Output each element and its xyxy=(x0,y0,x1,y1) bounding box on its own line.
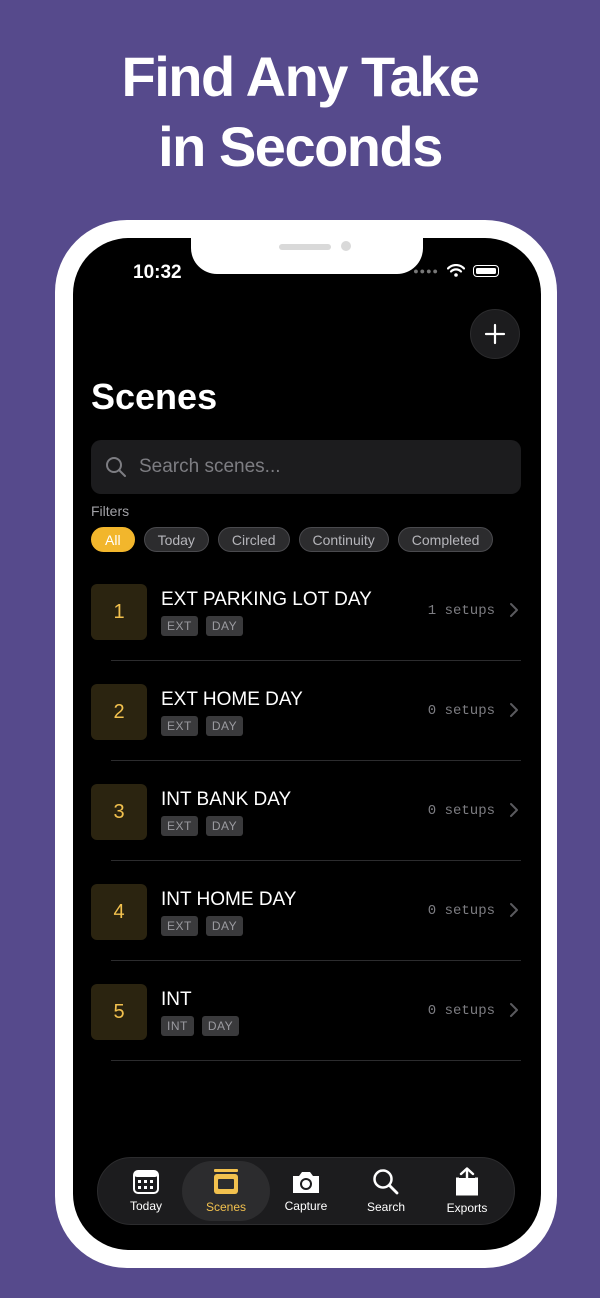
chevron-right-icon xyxy=(510,603,518,617)
scene-tag: EXT xyxy=(161,816,198,836)
chevron-right-icon xyxy=(510,1003,518,1017)
scene-number-badge: 5 xyxy=(91,984,147,1040)
tab-capture[interactable]: Capture xyxy=(266,1158,346,1224)
speaker-grille xyxy=(279,244,331,250)
tab-label: Scenes xyxy=(205,1200,247,1214)
scene-title: EXT HOME DAY xyxy=(161,689,303,710)
scene-title: INT BANK DAY xyxy=(161,789,292,810)
setups-count: 0 setups xyxy=(427,903,495,919)
setups-count: 0 setups xyxy=(427,703,495,719)
scene-row[interactable]: 2 EXT HOME DAY EXT DAY 0 setups xyxy=(73,661,541,761)
scene-tag: DAY xyxy=(205,716,244,736)
scene-number-badge: 3 xyxy=(91,784,147,840)
scene-tag: DAY xyxy=(201,1016,240,1036)
cellular-signal-icon: ●●●● xyxy=(413,265,439,276)
scene-tag: INT xyxy=(161,1016,194,1036)
front-camera xyxy=(341,241,351,251)
tab-bar: Today Scenes Capture Search Exports xyxy=(97,1157,515,1225)
scene-title: EXT PARKING LOT DAY xyxy=(161,589,372,610)
phone-screen: 10:32 ●●●● Scenes Filters All Today Circ… xyxy=(73,238,541,1250)
scene-tags: EXT DAY xyxy=(161,916,244,936)
scene-title: INT HOME DAY xyxy=(161,889,297,910)
scene-row[interactable]: 1 EXT PARKING LOT DAY EXT DAY 1 setups xyxy=(73,561,541,661)
filter-chip-continuity[interactable]: Continuity xyxy=(298,527,389,552)
scene-tag: DAY xyxy=(205,916,244,936)
search-input[interactable] xyxy=(137,455,501,479)
chevron-right-icon xyxy=(510,903,518,917)
filter-chip-completed[interactable]: Completed xyxy=(397,527,494,552)
magnifier-icon xyxy=(373,1169,399,1195)
scene-list: 1 EXT PARKING LOT DAY EXT DAY 1 setups 2… xyxy=(73,561,541,1061)
setups-count: 0 setups xyxy=(427,1003,495,1019)
calendar-icon xyxy=(133,1170,159,1194)
tab-label: Capture xyxy=(284,1199,328,1213)
headline-line-1: Find Any Take xyxy=(121,45,481,108)
page-title: Scenes xyxy=(91,376,218,417)
scene-tag: EXT xyxy=(161,716,198,736)
chevron-right-icon xyxy=(510,803,518,817)
scene-tag: DAY xyxy=(205,816,244,836)
scene-number-badge: 2 xyxy=(91,684,147,740)
tab-search[interactable]: Search xyxy=(346,1158,426,1224)
plus-icon xyxy=(484,323,506,345)
scene-number-badge: 1 xyxy=(91,584,147,640)
scene-title: INT xyxy=(161,989,192,1010)
chevron-right-icon xyxy=(510,703,518,717)
wifi-icon xyxy=(447,264,465,277)
tab-label: Today xyxy=(129,1199,163,1213)
scene-tag: EXT xyxy=(161,916,198,936)
film-strip-icon xyxy=(214,1169,238,1194)
scene-row[interactable]: 5 INT INT DAY 0 setups xyxy=(73,961,541,1061)
share-icon xyxy=(456,1167,478,1196)
search-icon xyxy=(106,457,126,477)
headline-line-2: in Seconds xyxy=(158,115,443,178)
tab-label: Exports xyxy=(446,1201,488,1215)
tab-scenes[interactable]: Scenes xyxy=(182,1161,270,1221)
tab-exports[interactable]: Exports xyxy=(427,1158,507,1224)
filters-label: Filters xyxy=(91,503,130,519)
filter-chip-today[interactable]: Today xyxy=(143,527,209,552)
camera-icon xyxy=(293,1172,319,1193)
notch xyxy=(191,238,423,274)
scene-tags: EXT DAY xyxy=(161,716,244,736)
setups-count: 0 setups xyxy=(427,803,495,819)
scene-tags: EXT DAY xyxy=(161,816,244,836)
row-divider xyxy=(111,1060,521,1061)
scene-row[interactable]: 3 INT BANK DAY EXT DAY 0 setups xyxy=(73,761,541,861)
filter-chip-circled[interactable]: Circled xyxy=(217,527,290,552)
search-bar[interactable] xyxy=(91,440,521,494)
scene-tag: DAY xyxy=(205,616,244,636)
add-scene-button[interactable] xyxy=(470,309,520,359)
scene-tags: EXT DAY xyxy=(161,616,244,636)
tab-label: Search xyxy=(366,1200,406,1214)
filter-chips: All Today Circled Continuity Completed xyxy=(91,527,494,552)
status-time: 10:32 xyxy=(133,262,182,283)
scene-row[interactable]: 4 INT HOME DAY EXT DAY 0 setups xyxy=(73,861,541,961)
tab-today[interactable]: Today xyxy=(106,1158,186,1224)
scene-tag: EXT xyxy=(161,616,198,636)
battery-icon xyxy=(473,264,499,277)
scene-tags: INT DAY xyxy=(161,1016,240,1036)
filter-chip-all[interactable]: All xyxy=(91,527,135,552)
promo-headline: Find Any Take in Seconds xyxy=(0,42,600,182)
scene-number-badge: 4 xyxy=(91,884,147,940)
setups-count: 1 setups xyxy=(427,603,495,619)
status-icons: ●●●● xyxy=(413,264,499,277)
